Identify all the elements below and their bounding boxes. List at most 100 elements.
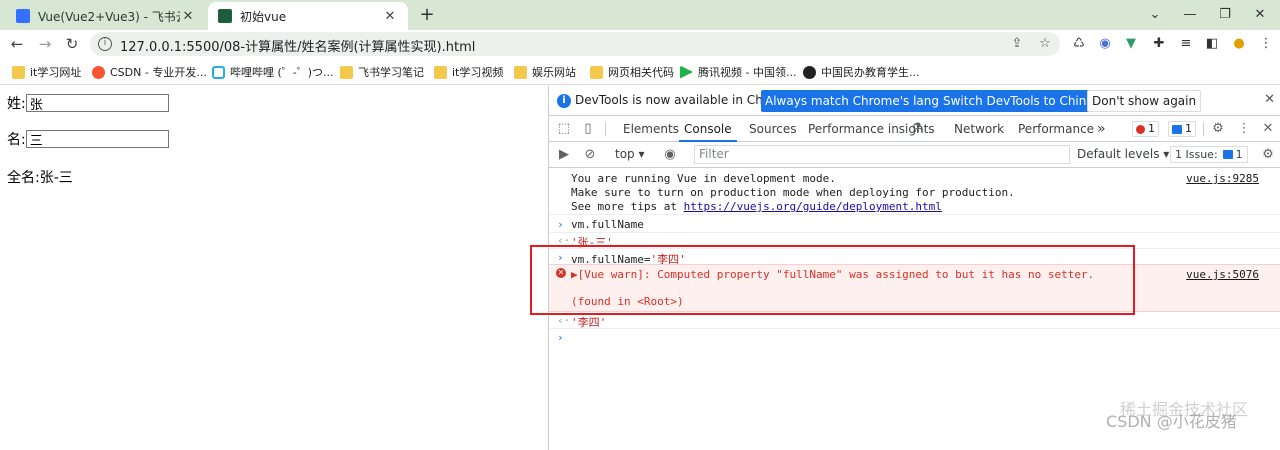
issues-button[interactable]: 1 Issue: 1 (1170, 146, 1248, 163)
gear-icon[interactable]: ⚙ (1209, 120, 1227, 138)
eye-icon[interactable]: ◉ (661, 146, 679, 164)
back-arrow-icon[interactable]: ← (6, 33, 28, 55)
reload-icon[interactable]: ↻ (61, 33, 83, 55)
menu-icon[interactable]: ⋮ (1257, 35, 1275, 53)
extension-recycle-icon[interactable]: ♺ (1070, 35, 1088, 53)
error-text: [Vue warn]: Computed property "fullName"… (577, 268, 1095, 281)
bookmark-item[interactable]: 娱乐网站 (514, 64, 576, 80)
device-toolbar-icon[interactable]: ▯ (579, 120, 597, 138)
globe-icon (803, 65, 816, 79)
console-log-line: See more tips at https://vuejs.org/guide… (571, 200, 942, 213)
csdn-icon (92, 65, 105, 79)
site-info-icon[interactable]: i (98, 37, 112, 51)
chevron-down-icon[interactable]: ⌄ (1140, 4, 1170, 26)
fullname-value: 张-三 (39, 170, 73, 186)
docs-link[interactable]: https://vuejs.org/guide/deployment.html (684, 200, 942, 213)
tab-elements[interactable]: Elements (623, 116, 679, 142)
extension-opera-icon[interactable]: ◉ (1096, 35, 1114, 53)
reading-list-icon[interactable]: ≡ (1177, 35, 1195, 53)
source-link[interactable]: vue.js:5076 (1186, 268, 1259, 281)
forward-arrow-icon[interactable]: → (34, 33, 56, 55)
close-devtools-icon[interactable]: ✕ (1259, 120, 1277, 138)
bookmarks-bar: it学习网址 CSDN - 专业开发... 哔哩哔哩 (゜-゜)つ... 飞书学… (0, 58, 1280, 85)
plus-icon[interactable]: + (416, 4, 438, 26)
input-chevron-icon: › (557, 218, 564, 231)
error-found-line: (found in <Root>) (571, 295, 684, 308)
source-link[interactable]: vue.js:9285 (1186, 172, 1259, 185)
filter-input[interactable]: Filter (694, 145, 1070, 164)
error-line[interactable]: ▶[Vue warn]: Computed property "fullName… (571, 268, 1094, 281)
side-panel-icon[interactable]: ◧ (1203, 35, 1221, 53)
error-count-badge[interactable]: 1 (1132, 121, 1159, 137)
address-bar[interactable]: i 127.0.0.1:5500/08-计算属性/姓名案例(计算属性实现).ht… (90, 32, 1060, 56)
bookmark-item[interactable]: 网页相关代码 (590, 64, 674, 80)
share-icon[interactable]: ⇪ (1008, 35, 1026, 53)
tab-network[interactable]: Network (954, 116, 1004, 142)
console-prompt-icon[interactable]: › (557, 331, 564, 344)
bookmark-item[interactable]: 飞书学习笔记 (340, 64, 424, 80)
star-icon[interactable]: ☆ (1036, 35, 1054, 53)
bookmark-item[interactable]: 哔哩哔哩 (゜-゜)つ... (212, 64, 334, 80)
browser-tab-feishu[interactable]: Vue(Vue2+Vue3) - 飞书云文档 ✕ (6, 2, 206, 30)
log-text: See more tips at (571, 200, 684, 213)
devtools-tab-bar: ⬚ ▯ Elements Console Sources Performance… (549, 116, 1280, 142)
context-label: top (615, 147, 635, 161)
tencent-video-icon (680, 65, 693, 79)
issues-count: 1 (1235, 148, 1243, 161)
sidebar-toggle-icon[interactable]: ▶ (555, 146, 573, 164)
tab-console[interactable]: Console (679, 116, 737, 142)
more-tabs-icon[interactable]: » (1097, 116, 1106, 142)
close-window-icon[interactable]: ✕ (1245, 4, 1275, 26)
bookmark-label: 中国民办教育学生... (821, 66, 920, 79)
info-icon: i (557, 94, 571, 108)
minimize-icon[interactable]: — (1175, 4, 1205, 26)
bookmark-item[interactable]: 中国民办教育学生... (803, 64, 920, 80)
browser-title-bar: Vue(Vue2+Vue3) - 飞书云文档 ✕ 初始vue ✕ + ⌄ — ❐… (0, 0, 1280, 30)
page-viewport: 姓: 名: 全名: 张-三 (0, 86, 548, 450)
bookmark-label: it学习视频 (452, 66, 504, 79)
switch-chinese-button[interactable]: Switch DevTools to Chinese (939, 90, 1112, 112)
context-selector[interactable]: top ▾ (615, 147, 645, 161)
close-tab-icon[interactable]: ✕ (180, 9, 196, 24)
surname-label: 姓: (7, 96, 26, 112)
given-name-label: 名: (7, 132, 26, 148)
message-icon (1172, 124, 1182, 134)
bilibili-icon (212, 65, 225, 79)
divider (1203, 122, 1204, 136)
error-icon (1136, 124, 1145, 134)
message-count-badge[interactable]: 1 (1168, 121, 1196, 137)
close-icon[interactable]: ✕ (1264, 92, 1275, 107)
expand-triangle-icon[interactable]: ▶ (571, 268, 578, 281)
folder-icon (12, 65, 25, 79)
error-count: 1 (1148, 122, 1155, 135)
bookmark-label: 哔哩哔哩 (゜-゜)つ... (230, 66, 334, 79)
fullname-label: 全名: (7, 170, 40, 186)
avatar-icon[interactable]: ● (1230, 35, 1248, 53)
tab-title: Vue(Vue2+Vue3) - 飞书云文档 (38, 9, 180, 24)
flask-icon: ⚗ (911, 121, 923, 136)
dont-show-again-button[interactable]: Don't show again (1087, 90, 1202, 112)
console-settings-gear-icon[interactable]: ⚙ (1259, 146, 1277, 164)
puzzle-icon[interactable]: ✚ (1150, 35, 1168, 53)
bookmark-item[interactable]: 腾讯视频 - 中国领... (680, 64, 796, 80)
bookmark-item[interactable]: it学习网址 (12, 64, 81, 80)
devtools-language-infobar: i DevTools is now available in Chinese! … (549, 86, 1280, 116)
tab-performance[interactable]: Performance (1018, 116, 1094, 142)
bookmark-item[interactable]: it学习视频 (434, 64, 503, 80)
divider (549, 328, 1280, 329)
inspect-element-icon[interactable]: ⬚ (555, 120, 573, 138)
issue-icon (1222, 150, 1233, 159)
clear-console-icon[interactable]: ⊘ (581, 146, 599, 164)
restore-icon[interactable]: ❐ (1210, 4, 1240, 26)
close-tab-icon[interactable]: ✕ (382, 9, 398, 24)
bookmark-item[interactable]: CSDN - 专业开发... (92, 64, 207, 80)
bookmark-label: 飞书学习笔记 (358, 66, 424, 79)
extension-vue-icon[interactable]: ▼ (1122, 35, 1140, 53)
kebab-menu-icon[interactable]: ⋮ (1235, 120, 1253, 138)
browser-tab-vue[interactable]: 初始vue ✕ (208, 2, 408, 30)
tab-sources[interactable]: Sources (749, 116, 796, 142)
default-levels-dropdown[interactable]: Default levels ▾ (1077, 147, 1169, 161)
surname-input[interactable] (25, 94, 169, 112)
url-text[interactable]: 127.0.0.1:5500/08-计算属性/姓名案例(计算属性实现).html (120, 36, 475, 55)
given-name-input[interactable] (25, 130, 169, 148)
